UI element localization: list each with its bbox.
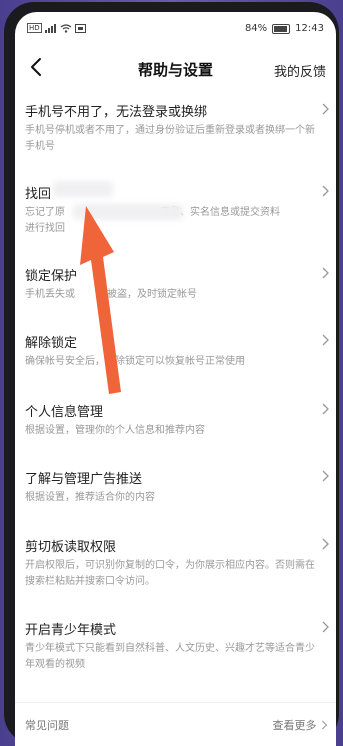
list-item-phone-unused[interactable]: 手机号不用了，无法登录或换绑 手机号停机或者不用了，通过身份验证后重新登录或者换… (15, 101, 336, 157)
chevron-right-icon (322, 267, 329, 279)
list-item-ad-push[interactable]: 了解与管理广告推送 根据设置，推荐适合你的内容 (15, 468, 336, 508)
item-desc: 开启权限后，可识别你复制的口令，为你展示相应内容。否则需在搜索栏粘贴并搜索口令访… (25, 560, 315, 587)
chevron-right-icon (322, 538, 329, 550)
item-title: 剪切板读取权限 (25, 540, 117, 555)
faq-footer: 常见问题 查看更多 (15, 702, 336, 733)
screen: HD 84% 12:43 帮助与设置 我的反馈 手机号不用了，无法登录或换绑 手… (15, 12, 336, 746)
blurred-area (53, 181, 113, 197)
chevron-right-icon (322, 470, 329, 482)
nav-bar: 帮助与设置 我的反馈 (15, 49, 336, 85)
item-desc: 手机号停机或者不用了，通过身份验证后重新登录或者换绑一个新手机号 (25, 125, 315, 152)
list-item-recover[interactable]: 找回 忘记了原 音号、实名信息或提交资料 进行找回 (15, 181, 336, 239)
item-desc: 确保帐号安全后，解除锁定可以恢复帐号正常使用 (25, 356, 245, 367)
cast-icon (74, 23, 86, 33)
chevron-right-icon (322, 185, 329, 197)
item-desc: 根据设置，管理你的个人信息和推荐内容 (25, 425, 205, 436)
feedback-link[interactable]: 我的反馈 (274, 61, 326, 80)
item-title: 解除锁定 (25, 336, 78, 351)
sim-label: HD (27, 23, 42, 33)
chevron-right-icon (322, 403, 329, 415)
item-title: 锁定保护 (25, 269, 78, 284)
view-more-link[interactable]: 查看更多 (273, 717, 329, 733)
chevron-right-icon (322, 720, 328, 730)
item-desc: 青少年模式下只能看到自然科普、人文历史、兴趣才艺等适合青少年观看的视频 (25, 643, 315, 670)
list-item-lock-protection[interactable]: 锁定保护 手机丢失或 号被盗，及时锁定帐号 (15, 265, 336, 305)
chevron-right-icon (322, 334, 329, 346)
item-title: 找回 (25, 187, 52, 202)
item-title: 个人信息管理 (25, 405, 104, 420)
list-item-clipboard[interactable]: 剪切板读取权限 开启权限后，可识别你复制的口令，为你展示相应内容。否则需在搜索栏… (15, 536, 336, 592)
list-item-teen-mode[interactable]: 开启青少年模式 青少年模式下只能看到自然科普、人文历史、兴趣才艺等适合青少年观看… (15, 619, 336, 675)
item-title: 开启青少年模式 (25, 623, 117, 638)
chevron-right-icon (322, 103, 329, 115)
phone-frame: HD 84% 12:43 帮助与设置 我的反馈 手机号不用了，无法登录或换绑 手… (4, 2, 339, 746)
clock: 12:43 (295, 23, 324, 34)
list-item-unlock[interactable]: 解除锁定 确保帐号安全后，解除锁定可以恢复帐号正常使用 (15, 332, 336, 372)
item-title: 了解与管理广告推送 (25, 472, 143, 487)
status-bar: HD 84% 12:43 (15, 12, 336, 42)
battery-icon (272, 23, 291, 34)
signal-icon (44, 23, 56, 33)
wifi-icon (60, 23, 72, 33)
blurred-area (73, 204, 183, 220)
item-desc: 手机丢失或 号被盗，及时锁定帐号 (25, 289, 197, 300)
battery-percent: 84% (244, 23, 268, 34)
faq-label: 常见问题 (25, 719, 69, 732)
list-item-personal-info[interactable]: 个人信息管理 根据设置，管理你的个人信息和推荐内容 (15, 401, 336, 441)
item-desc: 根据设置，推荐适合你的内容 (25, 492, 155, 503)
item-title: 手机号不用了，无法登录或换绑 (25, 105, 208, 120)
chevron-right-icon (322, 621, 329, 633)
